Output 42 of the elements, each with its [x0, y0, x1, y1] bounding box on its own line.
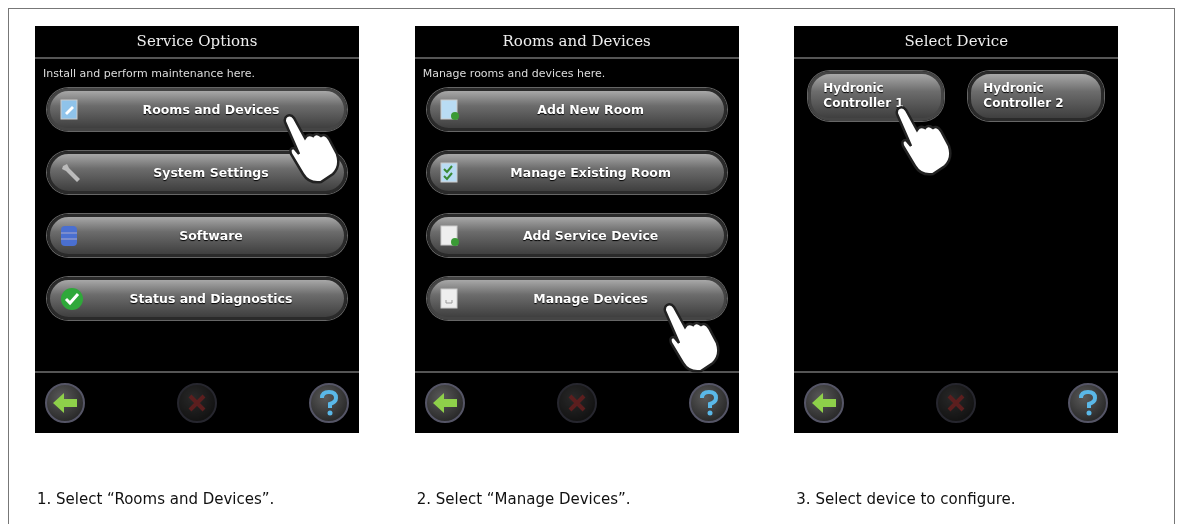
menu-button[interactable]: Add New Room [426, 88, 727, 131]
document-icon [60, 98, 80, 121]
close-icon [566, 393, 587, 413]
device-icon [439, 287, 460, 310]
menu-button[interactable]: Add Service Device [426, 214, 727, 257]
check-icon [60, 286, 84, 311]
menu-button[interactable]: Hydronic Controller 2 [968, 71, 1105, 121]
screen-subtitle: Manage rooms and devices here. [421, 66, 607, 82]
back-arrow-icon [52, 392, 78, 414]
pointing-hand-icon [281, 114, 343, 184]
help-icon [1077, 390, 1100, 416]
help-button[interactable] [309, 383, 349, 423]
help-button[interactable] [1068, 383, 1109, 423]
help-icon [318, 390, 340, 416]
help-button[interactable] [688, 383, 729, 423]
screen-title: Service Options [35, 26, 359, 59]
wrench-icon [60, 161, 82, 184]
step-caption: 3. Select device to configure. [795, 490, 1017, 508]
back-arrow-icon [431, 392, 458, 414]
close-icon [187, 393, 207, 413]
menu-button[interactable]: Status and Diagnostics [47, 277, 347, 320]
back-button[interactable] [45, 383, 85, 423]
help-icon [697, 390, 720, 416]
back-arrow-icon [811, 392, 838, 414]
menu-button[interactable]: System Settings [47, 151, 347, 194]
menu-button[interactable]: Hydronic Controller 1 [808, 71, 945, 121]
screen-subtitle: Install and perform maintenance here. [42, 66, 257, 82]
step-caption: 1. Select “Rooms and Devices”. [36, 490, 276, 508]
menu-button[interactable]: Software [47, 214, 347, 257]
back-button[interactable] [804, 383, 845, 423]
menu-button[interactable]: Manage Existing Room [426, 151, 727, 194]
menu-button[interactable]: Manage Devices [426, 277, 727, 320]
database-icon [60, 223, 78, 248]
screen-title: Select Device [794, 26, 1119, 59]
menu-button[interactable]: Rooms and Devices [47, 88, 347, 131]
checklist-icon [439, 161, 460, 184]
close-icon [946, 393, 967, 413]
screen-title: Rooms and Devices [414, 26, 739, 59]
room-add-icon [439, 98, 460, 121]
back-button[interactable] [424, 383, 465, 423]
step-caption: 2. Select “Manage Devices”. [415, 490, 632, 508]
device-add-icon [439, 224, 460, 247]
